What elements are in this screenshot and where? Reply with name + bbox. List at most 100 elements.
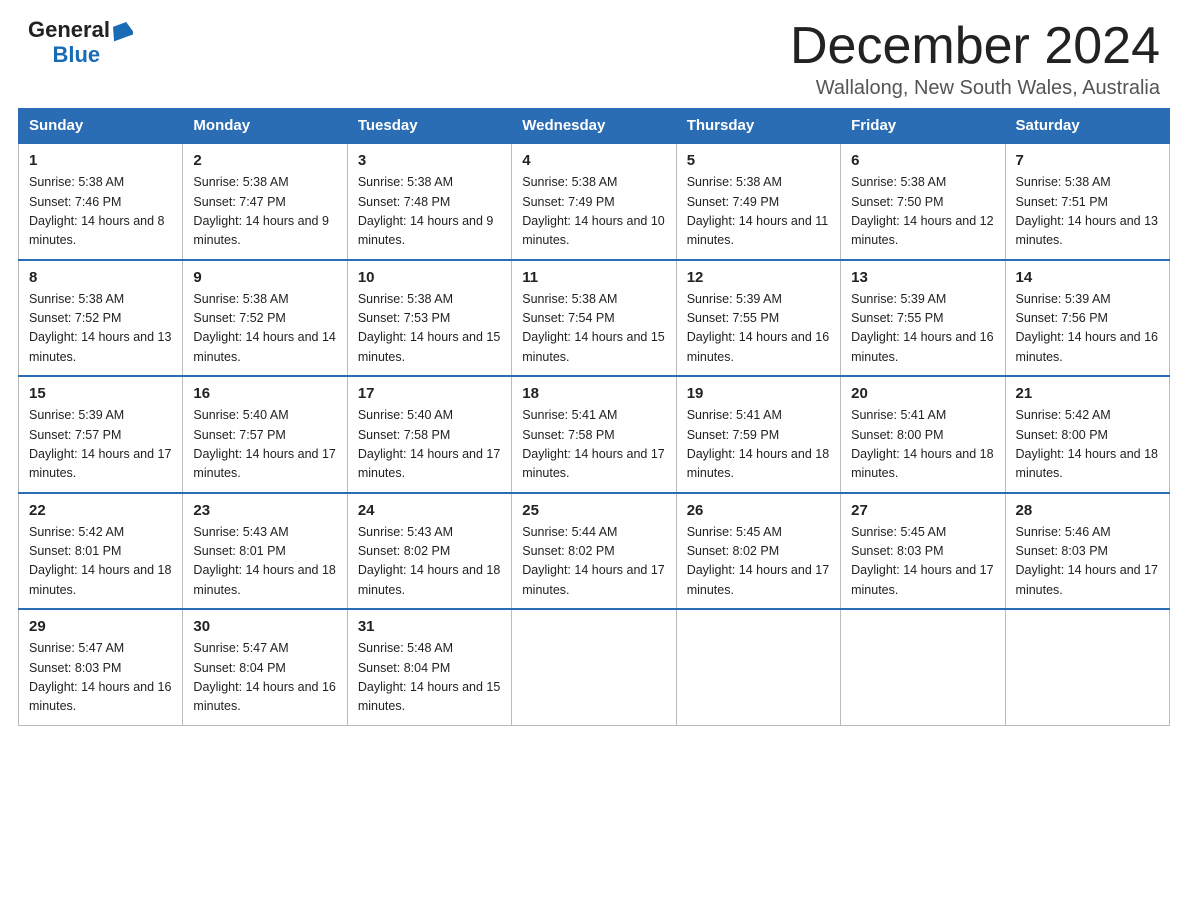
calendar-day-cell xyxy=(1005,609,1169,725)
day-info: Sunrise: 5:47 AM Sunset: 8:03 PM Dayligh… xyxy=(29,639,172,717)
calendar-day-cell xyxy=(841,609,1005,725)
calendar-day-cell: 20 Sunrise: 5:41 AM Sunset: 8:00 PM Dayl… xyxy=(841,376,1005,493)
sunset-label: Sunset: 8:02 PM xyxy=(358,544,450,558)
day-info: Sunrise: 5:38 AM Sunset: 7:51 PM Dayligh… xyxy=(1016,173,1159,251)
location-subtitle: Wallalong, New South Wales, Australia xyxy=(790,77,1160,100)
sunrise-label: Sunrise: 5:38 AM xyxy=(193,292,288,306)
daylight-label: Daylight: 14 hours and 17 minutes. xyxy=(522,447,664,480)
col-wednesday: Wednesday xyxy=(512,109,676,144)
sunset-label: Sunset: 8:02 PM xyxy=(687,544,779,558)
calendar-day-cell: 25 Sunrise: 5:44 AM Sunset: 8:02 PM Dayl… xyxy=(512,493,676,610)
sunset-label: Sunset: 7:53 PM xyxy=(358,311,450,325)
daylight-label: Daylight: 14 hours and 17 minutes. xyxy=(522,563,664,596)
calendar-week-row: 15 Sunrise: 5:39 AM Sunset: 7:57 PM Dayl… xyxy=(19,376,1170,493)
calendar-day-cell: 13 Sunrise: 5:39 AM Sunset: 7:55 PM Dayl… xyxy=(841,260,1005,377)
day-info: Sunrise: 5:40 AM Sunset: 7:57 PM Dayligh… xyxy=(193,406,336,484)
day-number: 5 xyxy=(687,152,830,169)
day-info: Sunrise: 5:45 AM Sunset: 8:02 PM Dayligh… xyxy=(687,523,830,601)
calendar-container: Sunday Monday Tuesday Wednesday Thursday… xyxy=(0,108,1188,744)
day-number: 10 xyxy=(358,269,501,286)
sunset-label: Sunset: 7:47 PM xyxy=(193,195,285,209)
col-thursday: Thursday xyxy=(676,109,840,144)
day-info: Sunrise: 5:38 AM Sunset: 7:47 PM Dayligh… xyxy=(193,173,336,251)
day-number: 17 xyxy=(358,385,501,402)
calendar-day-cell: 22 Sunrise: 5:42 AM Sunset: 8:01 PM Dayl… xyxy=(19,493,183,610)
day-number: 31 xyxy=(358,618,501,635)
calendar-day-cell: 10 Sunrise: 5:38 AM Sunset: 7:53 PM Dayl… xyxy=(347,260,511,377)
sunrise-label: Sunrise: 5:44 AM xyxy=(522,525,617,539)
daylight-label: Daylight: 14 hours and 17 minutes. xyxy=(1016,563,1158,596)
day-info: Sunrise: 5:38 AM Sunset: 7:54 PM Dayligh… xyxy=(522,290,665,368)
day-number: 7 xyxy=(1016,152,1159,169)
calendar-day-cell: 23 Sunrise: 5:43 AM Sunset: 8:01 PM Dayl… xyxy=(183,493,347,610)
sunset-label: Sunset: 7:58 PM xyxy=(358,428,450,442)
sunset-label: Sunset: 7:50 PM xyxy=(851,195,943,209)
calendar-day-cell: 30 Sunrise: 5:47 AM Sunset: 8:04 PM Dayl… xyxy=(183,609,347,725)
logo-line2: Blue xyxy=(28,42,100,68)
sunset-label: Sunset: 7:57 PM xyxy=(29,428,121,442)
day-info: Sunrise: 5:38 AM Sunset: 7:46 PM Dayligh… xyxy=(29,173,172,251)
col-monday: Monday xyxy=(183,109,347,144)
day-number: 21 xyxy=(1016,385,1159,402)
daylight-label: Daylight: 14 hours and 9 minutes. xyxy=(358,214,494,247)
day-info: Sunrise: 5:38 AM Sunset: 7:53 PM Dayligh… xyxy=(358,290,501,368)
sunrise-label: Sunrise: 5:48 AM xyxy=(358,641,453,655)
sunrise-label: Sunrise: 5:39 AM xyxy=(29,408,124,422)
calendar-day-cell: 7 Sunrise: 5:38 AM Sunset: 7:51 PM Dayli… xyxy=(1005,143,1169,260)
calendar-week-row: 29 Sunrise: 5:47 AM Sunset: 8:03 PM Dayl… xyxy=(19,609,1170,725)
calendar-table: Sunday Monday Tuesday Wednesday Thursday… xyxy=(18,108,1170,726)
day-info: Sunrise: 5:38 AM Sunset: 7:48 PM Dayligh… xyxy=(358,173,501,251)
daylight-label: Daylight: 14 hours and 18 minutes. xyxy=(1016,447,1158,480)
day-number: 2 xyxy=(193,152,336,169)
sunset-label: Sunset: 8:03 PM xyxy=(29,661,121,675)
sunrise-label: Sunrise: 5:46 AM xyxy=(1016,525,1111,539)
days-of-week-row: Sunday Monday Tuesday Wednesday Thursday… xyxy=(19,109,1170,144)
daylight-label: Daylight: 14 hours and 9 minutes. xyxy=(193,214,329,247)
sunrise-label: Sunrise: 5:41 AM xyxy=(851,408,946,422)
sunrise-label: Sunrise: 5:45 AM xyxy=(687,525,782,539)
sunrise-label: Sunrise: 5:38 AM xyxy=(29,175,124,189)
day-number: 18 xyxy=(522,385,665,402)
day-info: Sunrise: 5:43 AM Sunset: 8:01 PM Dayligh… xyxy=(193,523,336,601)
calendar-day-cell: 6 Sunrise: 5:38 AM Sunset: 7:50 PM Dayli… xyxy=(841,143,1005,260)
sunrise-label: Sunrise: 5:43 AM xyxy=(193,525,288,539)
col-sunday: Sunday xyxy=(19,109,183,144)
daylight-label: Daylight: 14 hours and 18 minutes. xyxy=(851,447,993,480)
day-info: Sunrise: 5:42 AM Sunset: 8:01 PM Dayligh… xyxy=(29,523,172,601)
daylight-label: Daylight: 14 hours and 16 minutes. xyxy=(29,680,171,713)
calendar-day-cell: 8 Sunrise: 5:38 AM Sunset: 7:52 PM Dayli… xyxy=(19,260,183,377)
day-number: 19 xyxy=(687,385,830,402)
day-info: Sunrise: 5:38 AM Sunset: 7:49 PM Dayligh… xyxy=(687,173,830,251)
sunrise-label: Sunrise: 5:38 AM xyxy=(522,175,617,189)
daylight-label: Daylight: 14 hours and 16 minutes. xyxy=(1016,330,1158,363)
day-info: Sunrise: 5:41 AM Sunset: 8:00 PM Dayligh… xyxy=(851,406,994,484)
sunrise-label: Sunrise: 5:41 AM xyxy=(522,408,617,422)
logo-triangle-icon xyxy=(111,20,133,42)
day-number: 6 xyxy=(851,152,994,169)
day-info: Sunrise: 5:44 AM Sunset: 8:02 PM Dayligh… xyxy=(522,523,665,601)
sunset-label: Sunset: 8:01 PM xyxy=(29,544,121,558)
day-number: 8 xyxy=(29,269,172,286)
day-number: 4 xyxy=(522,152,665,169)
sunset-label: Sunset: 8:04 PM xyxy=(193,661,285,675)
sunset-label: Sunset: 8:04 PM xyxy=(358,661,450,675)
page-header: General Blue December 2024 Wallalong, Ne… xyxy=(0,0,1188,108)
sunrise-label: Sunrise: 5:38 AM xyxy=(1016,175,1111,189)
calendar-week-row: 8 Sunrise: 5:38 AM Sunset: 7:52 PM Dayli… xyxy=(19,260,1170,377)
day-number: 26 xyxy=(687,502,830,519)
logo-area: General Blue xyxy=(28,18,133,68)
day-info: Sunrise: 5:38 AM Sunset: 7:52 PM Dayligh… xyxy=(29,290,172,368)
day-number: 16 xyxy=(193,385,336,402)
calendar-day-cell: 19 Sunrise: 5:41 AM Sunset: 7:59 PM Dayl… xyxy=(676,376,840,493)
day-info: Sunrise: 5:39 AM Sunset: 7:57 PM Dayligh… xyxy=(29,406,172,484)
sunrise-label: Sunrise: 5:38 AM xyxy=(358,292,453,306)
daylight-label: Daylight: 14 hours and 18 minutes. xyxy=(29,563,171,596)
day-number: 25 xyxy=(522,502,665,519)
sunrise-label: Sunrise: 5:40 AM xyxy=(358,408,453,422)
daylight-label: Daylight: 14 hours and 17 minutes. xyxy=(193,447,335,480)
calendar-day-cell xyxy=(676,609,840,725)
daylight-label: Daylight: 14 hours and 16 minutes. xyxy=(851,330,993,363)
sunrise-label: Sunrise: 5:47 AM xyxy=(193,641,288,655)
day-info: Sunrise: 5:48 AM Sunset: 8:04 PM Dayligh… xyxy=(358,639,501,717)
day-info: Sunrise: 5:47 AM Sunset: 8:04 PM Dayligh… xyxy=(193,639,336,717)
